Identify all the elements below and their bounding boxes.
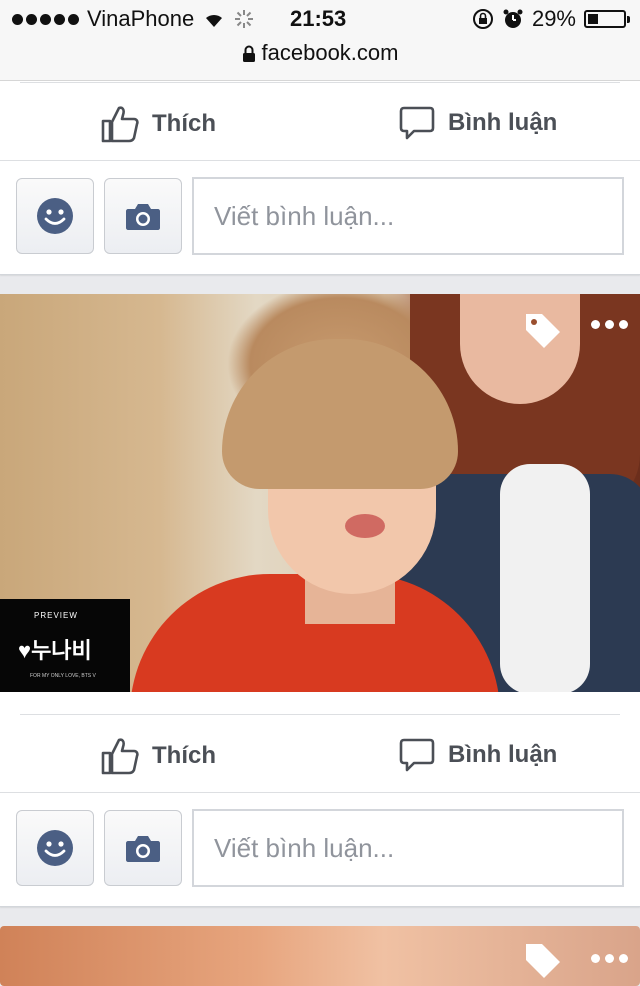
status-icons: 29% [472,6,630,32]
like-button[interactable]: Thích [100,736,216,776]
more-icon[interactable] [591,954,628,963]
clock: 21:53 [290,6,347,31]
battery-icon [584,10,630,28]
camera-icon [126,204,160,230]
like-label: Thích [152,110,216,137]
preview-watermark: PREVIEW ♥누나비 FOR MY ONLY LOVE, BTS V [0,599,130,692]
preview-label: PREVIEW [34,611,78,620]
like-icon [101,738,139,775]
comment-input[interactable] [192,809,624,887]
divider [0,160,640,161]
wifi-icon [206,14,223,27]
carrier-name: VinaPhone [87,6,195,31]
status-bar: VinaPhone 21:53 29% facebook.com [0,0,640,81]
like-label: Thích [152,742,216,769]
post-card: Thích Bình luận [0,692,640,907]
signal-dots-icon [12,13,79,25]
emoji-icon [37,830,73,866]
divider [0,792,640,793]
comment-label: Bình luận [448,109,558,136]
rotation-lock-icon [472,9,493,29]
post-card: Thích Bình luận [0,60,640,275]
carrier-info: VinaPhone [12,6,254,32]
preview-title: ♥누나비 [18,638,92,663]
like-icon [101,106,139,143]
preview-caption: FOR MY ONLY LOVE, BTS V [30,673,96,679]
comment-button[interactable]: Bình luận [398,104,557,142]
lock-icon [242,45,255,63]
emoji-button[interactable] [16,178,94,254]
divider [20,714,620,715]
comment-icon [399,106,435,140]
comment-icon [399,738,435,772]
post-photo[interactable] [0,926,640,986]
comment-input[interactable] [192,177,624,255]
divider [20,82,620,83]
camera-button[interactable] [104,178,182,254]
alarm-icon [503,9,523,28]
emoji-button[interactable] [16,810,94,886]
camera-button[interactable] [104,810,182,886]
loading-spinner-icon [235,10,254,28]
tag-icon[interactable] [522,940,564,982]
tag-icon[interactable] [522,310,564,352]
comment-label: Bình luận [448,741,558,768]
post-photo[interactable]: PREVIEW ♥누나비 FOR MY ONLY LOVE, BTS V [0,294,640,692]
like-button[interactable]: Thích [100,104,216,144]
address-bar[interactable]: facebook.com [0,40,640,66]
battery-percent: 29% [531,6,576,31]
camera-icon [126,836,160,862]
emoji-icon [37,198,73,234]
comment-button[interactable]: Bình luận [398,736,557,774]
url-text: facebook.com [261,40,399,65]
more-icon[interactable] [591,320,628,329]
